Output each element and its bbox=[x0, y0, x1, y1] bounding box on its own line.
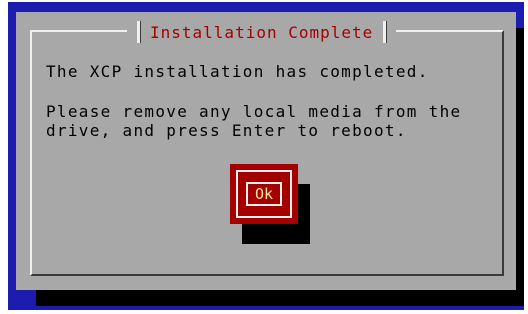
installation-complete-dialog: Installation Complete The XCP installati… bbox=[16, 12, 516, 290]
ok-button[interactable]: Ok bbox=[230, 164, 298, 224]
title-bracket-right bbox=[383, 21, 387, 43]
ok-button-focus-frame: Ok bbox=[236, 170, 292, 218]
message-line-1: The XCP installation has completed. bbox=[46, 62, 429, 81]
message-line-2: Please remove any local media from the bbox=[46, 102, 462, 121]
ok-button-label: Ok bbox=[246, 182, 282, 206]
dialog-title: Installation Complete bbox=[150, 22, 374, 42]
dialog-title-bar: Installation Complete bbox=[127, 19, 397, 45]
message-line-3: drive, and press Enter to reboot. bbox=[46, 121, 407, 140]
screen: Installation Complete The XCP installati… bbox=[0, 0, 528, 314]
